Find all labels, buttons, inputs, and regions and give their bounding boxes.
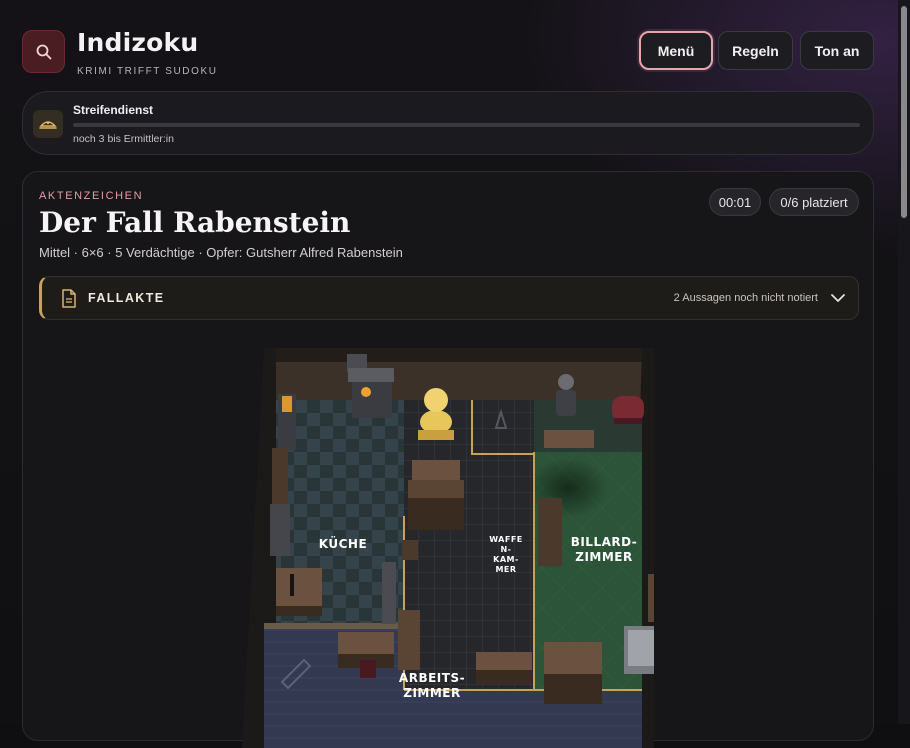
rank-progress-panel: Streifendienst noch 3 bis Ermittler:in	[22, 91, 874, 155]
room-label-waffenkammer: MER	[495, 565, 516, 574]
sound-toggle-button[interactable]: Ton an	[800, 31, 874, 70]
room-label-waffenkammer: WAFFE	[489, 535, 523, 544]
rank-title: Streifendienst	[73, 103, 154, 117]
casefile-accordion[interactable]: FALLAKTE 2 Aussagen noch nicht notiert	[39, 276, 859, 320]
casefile-unnoted-count: 2 Aussagen noch nicht notiert	[673, 292, 818, 304]
police-cap-icon	[33, 110, 63, 138]
logo-button[interactable]	[22, 30, 65, 73]
room-label-arbeitszimmer: ZIMMER	[403, 686, 461, 700]
case-card: AKTENZEICHEN Der Fall Rabenstein Mittel …	[22, 171, 874, 748]
back-wall	[264, 348, 652, 400]
armchair	[612, 396, 644, 424]
safe	[624, 626, 654, 674]
study-table	[476, 652, 532, 684]
page-scrollbar[interactable]	[898, 0, 910, 724]
room-label-waffenkammer: N-	[500, 545, 511, 554]
kitchen-table	[276, 568, 322, 616]
rank-progress-bar	[73, 123, 860, 127]
app-title: Indizoku	[77, 28, 199, 57]
case-meta: Mittel · 6×6 · 5 Verdächtige · Opfer: Gu…	[39, 245, 403, 260]
billiard-cue-rack	[538, 498, 562, 566]
mansion-board[interactable]: KÜCHE WAFFEN-KAM-MERBILLARD-ZIMMERARBEITS…	[242, 348, 654, 748]
armory-floor	[404, 400, 534, 690]
study-chair	[360, 660, 376, 678]
menu-button[interactable]: Menü	[639, 31, 713, 70]
billiard-table	[544, 642, 602, 704]
study-shelf	[398, 610, 420, 670]
room-label-arbeitszimmer: ARBEITS-	[399, 671, 465, 685]
room-label-billardzimmer: ZIMMER	[575, 550, 633, 564]
app-subtitle: KRIMI TRIFFT SUDOKU	[77, 66, 218, 77]
billiard-cabinet	[648, 574, 654, 622]
billiard-bench	[544, 430, 594, 448]
chevron-down-icon[interactable]	[830, 293, 846, 303]
app-header: Indizoku KRIMI TRIFFT SUDOKU Menü Regeln…	[22, 28, 874, 78]
rank-next-text: noch 3 bis Ermittler:in	[73, 133, 174, 145]
rules-button[interactable]: Regeln	[718, 31, 793, 70]
armory-table	[408, 460, 464, 530]
timer-badge: 00:01	[709, 188, 761, 216]
room-label-kueche: KÜCHE	[319, 536, 367, 551]
room-label-waffenkammer: KAM-	[493, 555, 519, 564]
search-icon	[36, 44, 51, 59]
case-title: Der Fall Rabenstein	[39, 206, 351, 239]
scrollbar-thumb[interactable]	[901, 6, 907, 218]
case-file-label: AKTENZEICHEN	[39, 190, 144, 202]
document-icon	[62, 289, 76, 308]
suspect-figure-gray[interactable]	[556, 374, 576, 416]
placed-count-badge: 0/6 platziert	[769, 188, 859, 216]
room-label-billardzimmer: BILLARD-	[571, 535, 638, 549]
casefile-label: FALLAKTE	[88, 291, 165, 305]
